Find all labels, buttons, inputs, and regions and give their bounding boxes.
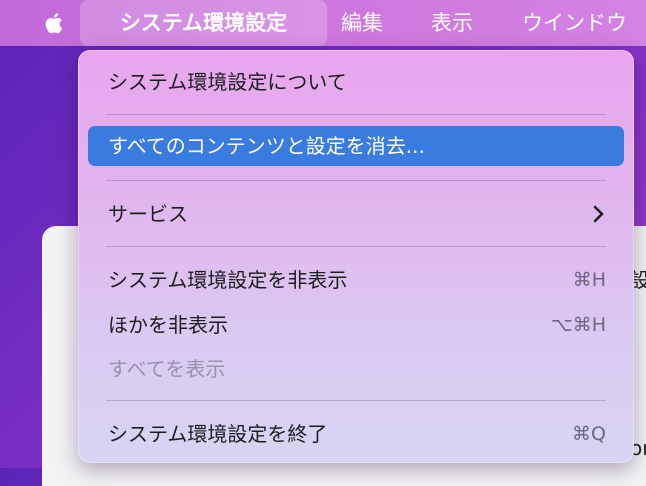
menu-item-hide-app[interactable]: システム環境設定を非表示 ⌘H [88, 260, 624, 300]
menu-item-label: システム環境設定について [108, 70, 347, 94]
menu-item-quit[interactable]: システム環境設定を終了 ⌘Q [88, 414, 624, 454]
menu-edit[interactable]: 編集 [341, 0, 383, 46]
menu-separator [106, 114, 606, 115]
menu-item-about[interactable]: システム環境設定について [88, 62, 624, 102]
menu-view[interactable]: 表示 [431, 0, 473, 46]
menu-item-label: システム環境設定を終了 [108, 422, 328, 446]
menu-item-shortcut: ⌘Q [572, 423, 606, 445]
menu-bar: システム環境設定 編集 表示 ウインドウ [0, 0, 646, 46]
menu-item-services[interactable]: サービス [88, 194, 624, 234]
menu-item-hide-others[interactable]: ほかを非表示 ⌥⌘H [88, 305, 624, 345]
menu-separator [106, 246, 606, 247]
menu-item-label: すべてを表示 [108, 357, 226, 381]
menu-item-label: ほかを非表示 [108, 313, 228, 337]
menu-system-preferences[interactable]: システム環境設定 [80, 0, 327, 46]
menu-separator [106, 400, 606, 401]
menu-item-erase-all-content[interactable]: すべてのコンテンツと設定を消去... [88, 126, 624, 166]
apple-logo-icon[interactable] [39, 8, 69, 38]
menu-item-label: サービス [108, 202, 188, 226]
menu-item-shortcut: ⌥⌘H [550, 314, 606, 336]
menu-separator [106, 180, 606, 181]
menu-item-shortcut: ⌘H [572, 269, 606, 291]
chevron-right-icon [593, 205, 604, 223]
menu-window[interactable]: ウインドウ [522, 0, 627, 46]
menu-item-label: システム環境設定を非表示 [108, 268, 348, 292]
menu-item-show-all: すべてを表示 [88, 349, 624, 389]
menu-item-label: すべてのコンテンツと設定を消去... [108, 134, 425, 158]
app-dropdown-menu: システム環境設定について すべてのコンテンツと設定を消去... サービス システ… [78, 50, 634, 463]
